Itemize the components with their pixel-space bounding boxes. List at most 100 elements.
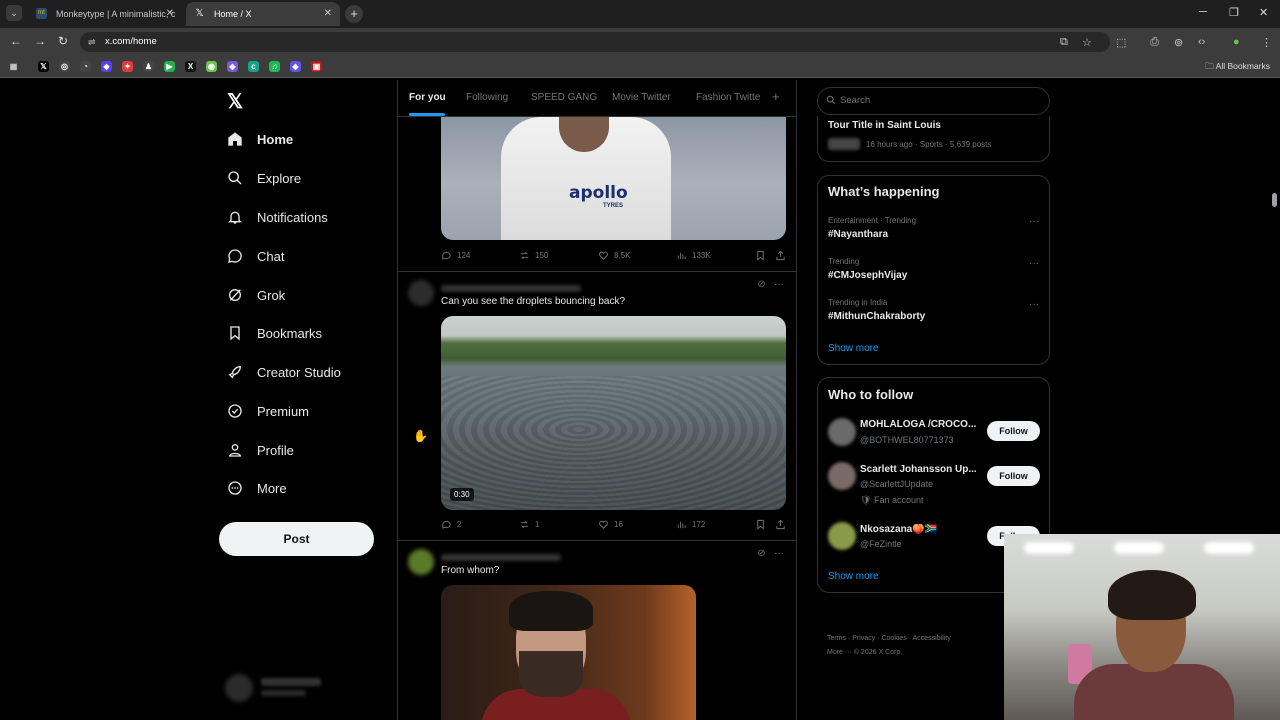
printer-icon[interactable]: ⎙ xyxy=(1150,36,1159,49)
close-tab-icon[interactable]: ✕ xyxy=(166,2,174,26)
close-tab-icon[interactable]: ✕ xyxy=(324,2,332,26)
bookmark-favicon-icon[interactable]: ▣ xyxy=(311,61,322,72)
footer-link-cookies[interactable]: Cookies xyxy=(881,635,906,642)
avatar[interactable] xyxy=(408,280,434,306)
grok-icon[interactable]: ⊘ xyxy=(757,279,765,290)
bookmark-favicon-icon[interactable]: X xyxy=(185,61,196,72)
apps-grid-icon[interactable]: ▦ xyxy=(8,61,19,72)
account-switcher[interactable] xyxy=(225,672,385,702)
nav-bookmarks[interactable]: Bookmarks xyxy=(227,321,322,345)
nav-premium[interactable]: Premium xyxy=(227,399,309,423)
page-scrollbar[interactable] xyxy=(1272,193,1277,207)
views-button[interactable]: 133K xyxy=(676,250,711,261)
more-icon[interactable]: ··· xyxy=(774,279,784,290)
minimize-icon[interactable]: ─ xyxy=(1199,6,1207,18)
nav-home[interactable]: Home xyxy=(227,127,293,151)
address-bar[interactable]: ⇌ x.com/home xyxy=(80,32,1110,52)
nav-notifications[interactable]: Notifications xyxy=(227,205,328,229)
bookmark-favicon-icon[interactable]: ▶ xyxy=(164,61,175,72)
devtools-icon[interactable]: ‹› xyxy=(1198,36,1205,48)
bookmark-favicon-icon[interactable]: ◔ xyxy=(80,61,91,72)
reply-button[interactable]: 2 xyxy=(441,519,461,530)
incognito-icon[interactable]: ⊚ xyxy=(1174,36,1183,49)
footer-link-terms[interactable]: Terms xyxy=(827,635,846,642)
main-feed: For you Following SPEED GANG Movie Twitt… xyxy=(397,80,797,720)
add-tab-icon[interactable]: + xyxy=(772,89,780,104)
nav-grok[interactable]: Grok xyxy=(227,283,285,307)
tab-monkeytype[interactable]: mt Monkeytype | A minimalistic, c ✕ xyxy=(28,2,182,26)
tab-fashion-twitter[interactable]: Fashion Twitte xyxy=(696,92,760,103)
repost-button[interactable]: 150 xyxy=(519,250,548,261)
new-tab-button[interactable]: + xyxy=(345,5,363,23)
footer-link-privacy[interactable]: Privacy xyxy=(852,635,875,642)
nav-creator-studio[interactable]: Creator Studio xyxy=(227,360,341,384)
account-name[interactable]: Nkosazana🍑🇿🇦 xyxy=(860,524,978,535)
views-button[interactable]: 172 xyxy=(676,519,705,530)
more-icon[interactable]: ··· xyxy=(1029,299,1039,310)
bookmark-favicon-icon[interactable]: c xyxy=(248,61,259,72)
avatar[interactable] xyxy=(408,549,434,575)
nav-more[interactable]: More xyxy=(227,476,287,500)
profile-avatar-icon[interactable]: ● xyxy=(1233,36,1240,48)
bookmark-favicon-icon[interactable]: ♫ xyxy=(269,61,280,72)
browser-menu-icon[interactable]: ⋮ xyxy=(1261,36,1272,49)
tab-search-button[interactable]: ⌄ xyxy=(6,5,22,21)
bookmark-favicon-icon[interactable]: ✦ xyxy=(122,61,133,72)
footer-link-accessibility[interactable]: Accessibility xyxy=(913,635,951,642)
forward-icon[interactable]: → xyxy=(34,34,46,48)
grok-icon[interactable]: ⊘ xyxy=(757,548,765,559)
bookmark-favicon-icon[interactable]: ◈ xyxy=(227,61,238,72)
maximize-icon[interactable]: ❐ xyxy=(1229,6,1239,19)
bookmark-favicon-icon[interactable]: 𝕏 xyxy=(38,61,49,72)
post-button[interactable]: Post xyxy=(219,522,374,556)
bookmark-favicon-icon[interactable]: ◆ xyxy=(290,61,301,72)
all-bookmarks-button[interactable]: 🗀 All Bookmarks xyxy=(1205,61,1270,75)
tab-for-you[interactable]: For you xyxy=(409,92,446,103)
tab-x-home[interactable]: 𝕏 Home / X ✕ xyxy=(186,2,340,26)
avatar[interactable] xyxy=(828,462,856,490)
account-name[interactable]: Scarlett Johansson Up... xyxy=(860,464,978,475)
trending-event-card[interactable]: Tour Title in Saint Louis 16 hours ago ·… xyxy=(817,116,1050,162)
share-button[interactable] xyxy=(775,250,791,261)
more-icon[interactable]: ··· xyxy=(774,548,784,559)
show-more-link[interactable]: Show more xyxy=(828,343,879,354)
x-logo-icon[interactable]: 𝕏 xyxy=(227,89,243,114)
install-app-icon[interactable]: ⧉ xyxy=(1060,36,1068,49)
follow-button[interactable]: Follow xyxy=(987,421,1040,441)
follow-button[interactable]: Follow xyxy=(987,466,1040,486)
repost-button[interactable]: 1 xyxy=(519,519,539,530)
star-icon[interactable]: ☆ xyxy=(1082,36,1092,49)
search-input[interactable]: Search xyxy=(817,87,1050,115)
more-icon[interactable]: ··· xyxy=(1029,258,1039,269)
bookmark-button[interactable] xyxy=(755,250,771,261)
post-image[interactable]: apollo TYRES xyxy=(441,117,786,240)
avatar[interactable] xyxy=(828,418,856,446)
account-name[interactable]: MOHLALOGA /CROCO... xyxy=(860,419,978,430)
bookmark-favicon-icon[interactable]: ◆ xyxy=(101,61,112,72)
nav-explore[interactable]: Explore xyxy=(227,166,301,190)
tab-following[interactable]: Following xyxy=(466,92,508,103)
more-icon[interactable]: ··· xyxy=(1029,216,1039,227)
post-image[interactable] xyxy=(441,585,696,720)
close-window-icon[interactable]: ✕ xyxy=(1259,6,1268,19)
extensions-icon[interactable]: ⬚ xyxy=(1116,36,1126,49)
reload-icon[interactable]: ↻ xyxy=(58,34,68,48)
view-count: 133K xyxy=(692,251,711,260)
share-button[interactable] xyxy=(775,519,791,530)
tab-speed-gang[interactable]: SPEED GANG xyxy=(531,92,597,103)
back-icon[interactable]: ← xyxy=(10,34,22,48)
site-info-icon[interactable]: ⇌ xyxy=(88,32,96,52)
nav-profile[interactable]: Profile xyxy=(227,438,294,462)
post-video[interactable]: 0:30 xyxy=(441,316,786,510)
bookmark-favicon-icon[interactable]: ♟ xyxy=(143,61,154,72)
like-button[interactable]: 16 xyxy=(598,519,623,530)
show-more-link[interactable]: Show more xyxy=(828,571,879,582)
tab-movie-twitter[interactable]: Movie Twitter xyxy=(612,92,671,103)
bookmark-favicon-icon[interactable]: ◉ xyxy=(206,61,217,72)
bookmark-favicon-icon[interactable]: ◎ xyxy=(59,61,70,72)
reply-button[interactable]: 124 xyxy=(441,250,470,261)
like-button[interactable]: 8.5K xyxy=(598,250,630,261)
avatar[interactable] xyxy=(828,522,856,550)
nav-chat[interactable]: Chat xyxy=(227,244,284,268)
bookmark-button[interactable] xyxy=(755,519,771,530)
